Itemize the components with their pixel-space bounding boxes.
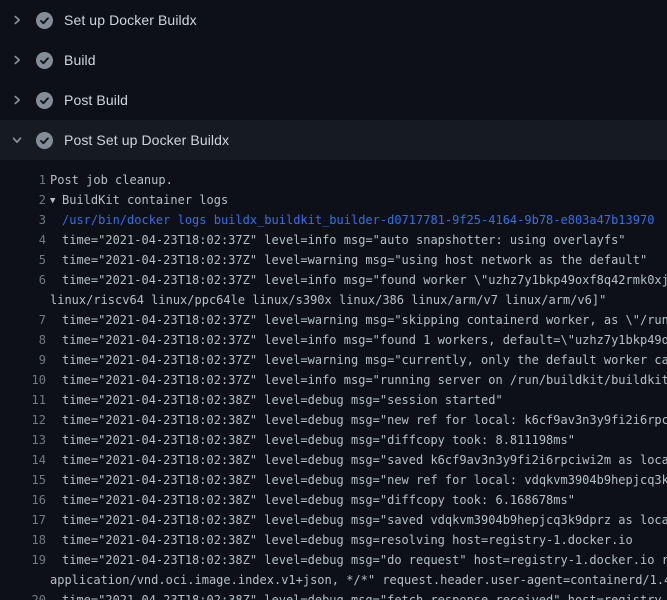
log-line-number[interactable]: 9	[0, 350, 46, 370]
step-row-post-set-up-docker-buildx[interactable]: Post Set up Docker Buildx	[0, 120, 667, 160]
log-line: 8 time="2021-04-23T18:02:37Z" level=info …	[0, 330, 667, 350]
log-command-text: /usr/bin/docker logs buildx_buildkit_bui…	[62, 210, 667, 230]
step-list: Set up Docker Buildx Build Post Build Post …	[0, 0, 667, 160]
log-line: 12 time="2021-04-23T18:02:38Z" level=debu…	[0, 410, 667, 430]
log-line-number[interactable]: 1	[0, 170, 46, 190]
chevron-right-icon	[10, 93, 24, 107]
chevron-right-icon	[10, 13, 24, 27]
log-group-label: BuildKit container logs	[62, 193, 228, 207]
log-line-text: time="2021-04-23T18:02:37Z" level=warnin…	[62, 310, 667, 330]
log-line-number[interactable]: 5	[0, 250, 46, 270]
log-line: 6 time="2021-04-23T18:02:37Z" level=info …	[0, 270, 667, 290]
log-line-text: time="2021-04-23T18:02:37Z" level=info m…	[62, 370, 667, 390]
log-line: 20 time="2021-04-23T18:02:38Z" level=debu…	[0, 590, 667, 600]
log-line-text: application/vnd.oci.image.index.v1+json,…	[50, 570, 667, 590]
log-line-number[interactable]: 4	[0, 230, 46, 250]
check-circle-icon	[36, 12, 53, 29]
log-line-continuation: application/vnd.oci.image.index.v1+json,…	[0, 570, 667, 590]
log-line-number[interactable]: 20	[0, 590, 46, 600]
step-row-post-build[interactable]: Post Build	[0, 80, 667, 120]
log-line-number[interactable]: 19	[0, 550, 46, 570]
log-line: 4 time="2021-04-23T18:02:37Z" level=info …	[0, 230, 667, 250]
log-line-text: time="2021-04-23T18:02:38Z" level=debug …	[62, 450, 667, 470]
log-line-text: time="2021-04-23T18:02:37Z" level=warnin…	[62, 350, 667, 370]
log-line: 5 time="2021-04-23T18:02:37Z" level=warni…	[0, 250, 667, 270]
log-line-number[interactable]: 6	[0, 270, 46, 290]
log-line-text: time="2021-04-23T18:02:38Z" level=debug …	[62, 390, 667, 410]
log-line-text: Post job cleanup.	[50, 170, 667, 190]
triangle-down-icon: ▼	[50, 191, 62, 211]
log-area: 1Post job cleanup.2▼BuildKit container l…	[0, 160, 667, 600]
log-line-text: time="2021-04-23T18:02:38Z" level=debug …	[62, 490, 667, 510]
step-label: Post Build	[64, 92, 128, 108]
log-line: 11 time="2021-04-23T18:02:38Z" level=debu…	[0, 390, 667, 410]
chevron-right-icon	[10, 53, 24, 67]
log-line: 9 time="2021-04-23T18:02:37Z" level=warni…	[0, 350, 667, 370]
step-label: Post Set up Docker Buildx	[64, 132, 229, 148]
log-line-text: time="2021-04-23T18:02:37Z" level=info m…	[62, 330, 667, 350]
log-line-number[interactable]: 14	[0, 450, 46, 470]
log-line: 2▼BuildKit container logs	[0, 190, 667, 210]
step-row-build[interactable]: Build	[0, 40, 667, 80]
log-line-number[interactable]: 8	[0, 330, 46, 350]
log-line: 14 time="2021-04-23T18:02:38Z" level=debu…	[0, 450, 667, 470]
log-line-number[interactable]: 3	[0, 210, 46, 230]
log-line-text: time="2021-04-23T18:02:38Z" level=debug …	[62, 590, 667, 600]
log-line-number[interactable]: 2	[0, 190, 46, 210]
log-line-number[interactable]: 12	[0, 410, 46, 430]
log-line-number[interactable]: 10	[0, 370, 46, 390]
log-line-text: time="2021-04-23T18:02:38Z" level=debug …	[62, 530, 667, 550]
check-circle-icon	[36, 132, 53, 149]
log-line: 7 time="2021-04-23T18:02:37Z" level=warni…	[0, 310, 667, 330]
log-line: 13 time="2021-04-23T18:02:38Z" level=debu…	[0, 430, 667, 450]
step-label: Build	[64, 52, 96, 68]
actions-log-viewer: Set up Docker Buildx Build Post Build Post …	[0, 0, 667, 600]
log-line-number[interactable]: 18	[0, 530, 46, 550]
log-line-number[interactable]: 17	[0, 510, 46, 530]
log-line-number[interactable]: 15	[0, 470, 46, 490]
log-line: 3/usr/bin/docker logs buildx_buildkit_bu…	[0, 210, 667, 230]
log-line-text: time="2021-04-23T18:02:38Z" level=debug …	[62, 550, 667, 570]
log-line: 10 time="2021-04-23T18:02:37Z" level=info…	[0, 370, 667, 390]
log-line-text: linux/riscv64 linux/ppc64le linux/s390x …	[50, 290, 667, 310]
log-group-toggle[interactable]: ▼BuildKit container logs	[50, 190, 667, 211]
log-line-number[interactable]: 11	[0, 390, 46, 410]
log-line-number[interactable]: 16	[0, 490, 46, 510]
log-line: 18 time="2021-04-23T18:02:38Z" level=debu…	[0, 530, 667, 550]
log-line-text: time="2021-04-23T18:02:38Z" level=debug …	[62, 510, 667, 530]
chevron-down-icon	[10, 133, 24, 147]
log-line-text: time="2021-04-23T18:02:37Z" level=info m…	[62, 270, 667, 290]
log-line: 19 time="2021-04-23T18:02:38Z" level=debu…	[0, 550, 667, 570]
log-line-number[interactable]: 13	[0, 430, 46, 450]
log-line-continuation: linux/riscv64 linux/ppc64le linux/s390x …	[0, 290, 667, 310]
log-line: 1Post job cleanup.	[0, 170, 667, 190]
log-line-text: time="2021-04-23T18:02:38Z" level=debug …	[62, 430, 667, 450]
check-circle-icon	[36, 92, 53, 109]
log-line-text: time="2021-04-23T18:02:37Z" level=warnin…	[62, 250, 667, 270]
log-line: 16 time="2021-04-23T18:02:38Z" level=debu…	[0, 490, 667, 510]
log-line-text: time="2021-04-23T18:02:38Z" level=debug …	[62, 410, 667, 430]
step-row-set-up-docker-buildx[interactable]: Set up Docker Buildx	[0, 0, 667, 40]
log-line-text: time="2021-04-23T18:02:37Z" level=info m…	[62, 230, 667, 250]
log-line-text: time="2021-04-23T18:02:38Z" level=debug …	[62, 470, 667, 490]
log-line: 17 time="2021-04-23T18:02:38Z" level=debu…	[0, 510, 667, 530]
check-circle-icon	[36, 52, 53, 69]
log-line-number[interactable]: 7	[0, 310, 46, 330]
step-label: Set up Docker Buildx	[64, 12, 197, 28]
log-line: 15 time="2021-04-23T18:02:38Z" level=debu…	[0, 470, 667, 490]
